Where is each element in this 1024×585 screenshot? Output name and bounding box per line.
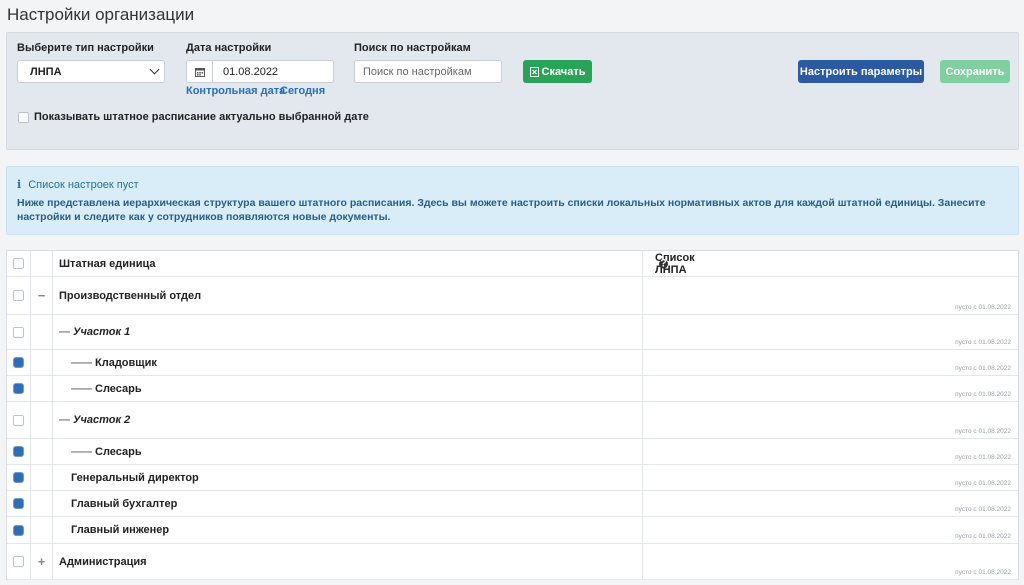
page-title: Настройки организации [7,5,195,24]
show-schedule-label: Показывать штатное расписание актуально … [34,111,369,123]
select-all-checkbox[interactable] [13,258,24,269]
lnpa-list-cell[interactable]: пусто с 01.08.2022 [643,376,1018,401]
unit-cell: — Участок 2 [59,414,130,426]
control-date-link[interactable]: Контрольная дата [186,85,285,97]
unit-cell: Производственный отдел [59,290,201,302]
lnpa-list-cell[interactable]: пусто с 01.08.2022 [643,315,1018,349]
row-checkbox[interactable] [13,556,24,567]
setting-type-value: ЛНПА [30,66,62,78]
unit-cell: —— Кладовщик [71,357,157,369]
row-checkbox[interactable] [13,498,24,509]
unit-name: Участок 1 [73,326,131,338]
show-schedule-checkbox[interactable] [18,111,29,123]
row-checkbox[interactable] [13,290,24,301]
collapse-icon[interactable]: − [38,288,46,303]
help-icon[interactable]: ? [659,258,668,270]
table-row[interactable]: —— Кладовщик пусто с 01.08.2022 [7,350,1018,376]
empty-status: пусто с 01.08.2022 [955,428,1011,435]
empty-status: пусто с 01.08.2022 [955,304,1011,311]
download-button[interactable]: Скачать [523,60,592,83]
info-title: i Список настроек пуст [17,178,139,191]
row-checkbox[interactable] [13,472,24,483]
chevron-down-icon [149,64,160,75]
lnpa-list-cell[interactable]: пусто с 01.08.2022 [643,491,1018,516]
unit-name: Администрация [59,555,147,568]
row-checkbox[interactable] [13,524,24,536]
tree-indent-marker: —— [71,445,92,458]
info-title-text: Список настроек пуст [28,178,139,191]
lnpa-list-cell[interactable]: пусто с 01.08.2022 [643,277,1018,314]
setting-type-select[interactable]: ЛНПА [17,60,165,83]
empty-status: пусто с 01.08.2022 [955,480,1011,487]
table-row[interactable]: — Участок 2 пусто с 01.08.2022 [7,402,1018,439]
info-text: Ниже представлена иерархическая структур… [17,197,986,223]
show-schedule-toggle[interactable]: Показывать штатное расписание актуально … [18,111,369,123]
search-input[interactable] [354,60,502,83]
today-link[interactable]: Сегодня [280,85,325,97]
unit-cell: Главный инженер [71,524,169,536]
unit-name: Главный бухгалтер [71,497,178,510]
unit-name: Генеральный директор [71,471,199,484]
lnpa-list-cell[interactable]: пусто с 01.08.2022 [643,402,1018,438]
empty-status: пусто с 01.08.2022 [955,365,1011,372]
table-header: Штатная единица Список ЛНПА? [7,251,1018,277]
empty-status: пусто с 01.08.2022 [955,569,1011,576]
table-row[interactable]: Главный бухгалтер пусто с 01.08.2022 [7,491,1018,517]
lnpa-list-cell[interactable]: пусто с 01.08.2022 [643,350,1018,375]
setting-date-input[interactable]: 01.08.2022 [186,60,334,83]
lnpa-list-cell[interactable]: пусто с 01.08.2022 [643,439,1018,464]
row-checkbox[interactable] [13,414,24,426]
tree-indent-marker: —— [71,382,92,395]
row-checkbox[interactable] [13,446,24,457]
info-alert: i Список настроек пуст Ниже представлена… [6,166,1019,235]
row-checkbox[interactable] [13,383,24,394]
unit-cell: —— Слесарь [71,383,142,395]
unit-cell: Генеральный директор [71,472,199,484]
unit-name: Слесарь [95,445,142,458]
unit-cell: Администрация [59,556,147,568]
filter-panel: Выберите тип настройки ЛНПА Дата настрой… [6,32,1019,150]
configure-parameters-button[interactable]: Настроить параметры [798,60,924,83]
lnpa-list-cell[interactable]: пусто с 01.08.2022 [643,465,1018,490]
calendar-icon[interactable] [187,61,213,82]
unit-cell: — Участок 1 [59,326,130,338]
setting-type-label: Выберите тип настройки [17,42,154,54]
row-checkbox[interactable] [13,326,24,338]
tree-indent-marker: — [59,326,70,338]
download-label: Скачать [541,65,586,78]
excel-file-icon [529,66,539,77]
unit-cell: Главный бухгалтер [71,498,177,510]
expand-icon[interactable]: + [38,554,46,569]
unit-name: Слесарь [95,382,142,395]
table-row[interactable]: —— Слесарь пусто с 01.08.2022 [7,376,1018,402]
empty-status: пусто с 01.08.2022 [955,506,1011,513]
empty-status: пусто с 01.08.2022 [955,391,1011,398]
empty-status: пусто с 01.08.2022 [955,339,1011,346]
unit-name: Главный инженер [71,524,170,536]
table-row[interactable]: —— Слесарь пусто с 01.08.2022 [7,439,1018,465]
unit-name: Участок 2 [73,414,131,426]
table-row[interactable]: − Производственный отдел пусто с 01.08.202… [7,277,1018,315]
unit-name: Кладовщик [95,356,157,369]
table-row[interactable]: Главный инженер пусто с 01.08.2022 [7,517,1018,544]
setting-date-value: 01.08.2022 [223,66,279,78]
empty-status: пусто с 01.08.2022 [955,454,1011,461]
tree-indent-marker: — [59,414,70,426]
info-icon: i [17,178,22,191]
lnpa-list-cell[interactable]: пусто с 01.08.2022 [643,544,1018,579]
table-row[interactable]: Генеральный директор пусто с 01.08.2022 [7,465,1018,491]
empty-status: пусто с 01.08.2022 [955,533,1011,540]
table-row[interactable]: — Участок 1 пусто с 01.08.2022 [7,315,1018,350]
row-checkbox[interactable] [13,357,24,368]
unit-cell: —— Слесарь [71,446,142,458]
unit-name: Производственный отдел [59,289,202,302]
setting-date-label: Дата настройки [186,42,272,54]
tree-indent-marker: —— [71,356,92,369]
staff-units-table: Штатная единица Список ЛНПА? − Производст… [6,250,1019,580]
lnpa-list-cell[interactable]: пусто с 01.08.2022 [643,517,1018,543]
search-label: Поиск по настройкам [354,42,471,54]
column-header-unit: Штатная единица [59,257,156,270]
save-button[interactable]: Сохранить [940,60,1010,83]
table-row[interactable]: + Администрация пусто с 01.08.2022 [7,544,1018,580]
